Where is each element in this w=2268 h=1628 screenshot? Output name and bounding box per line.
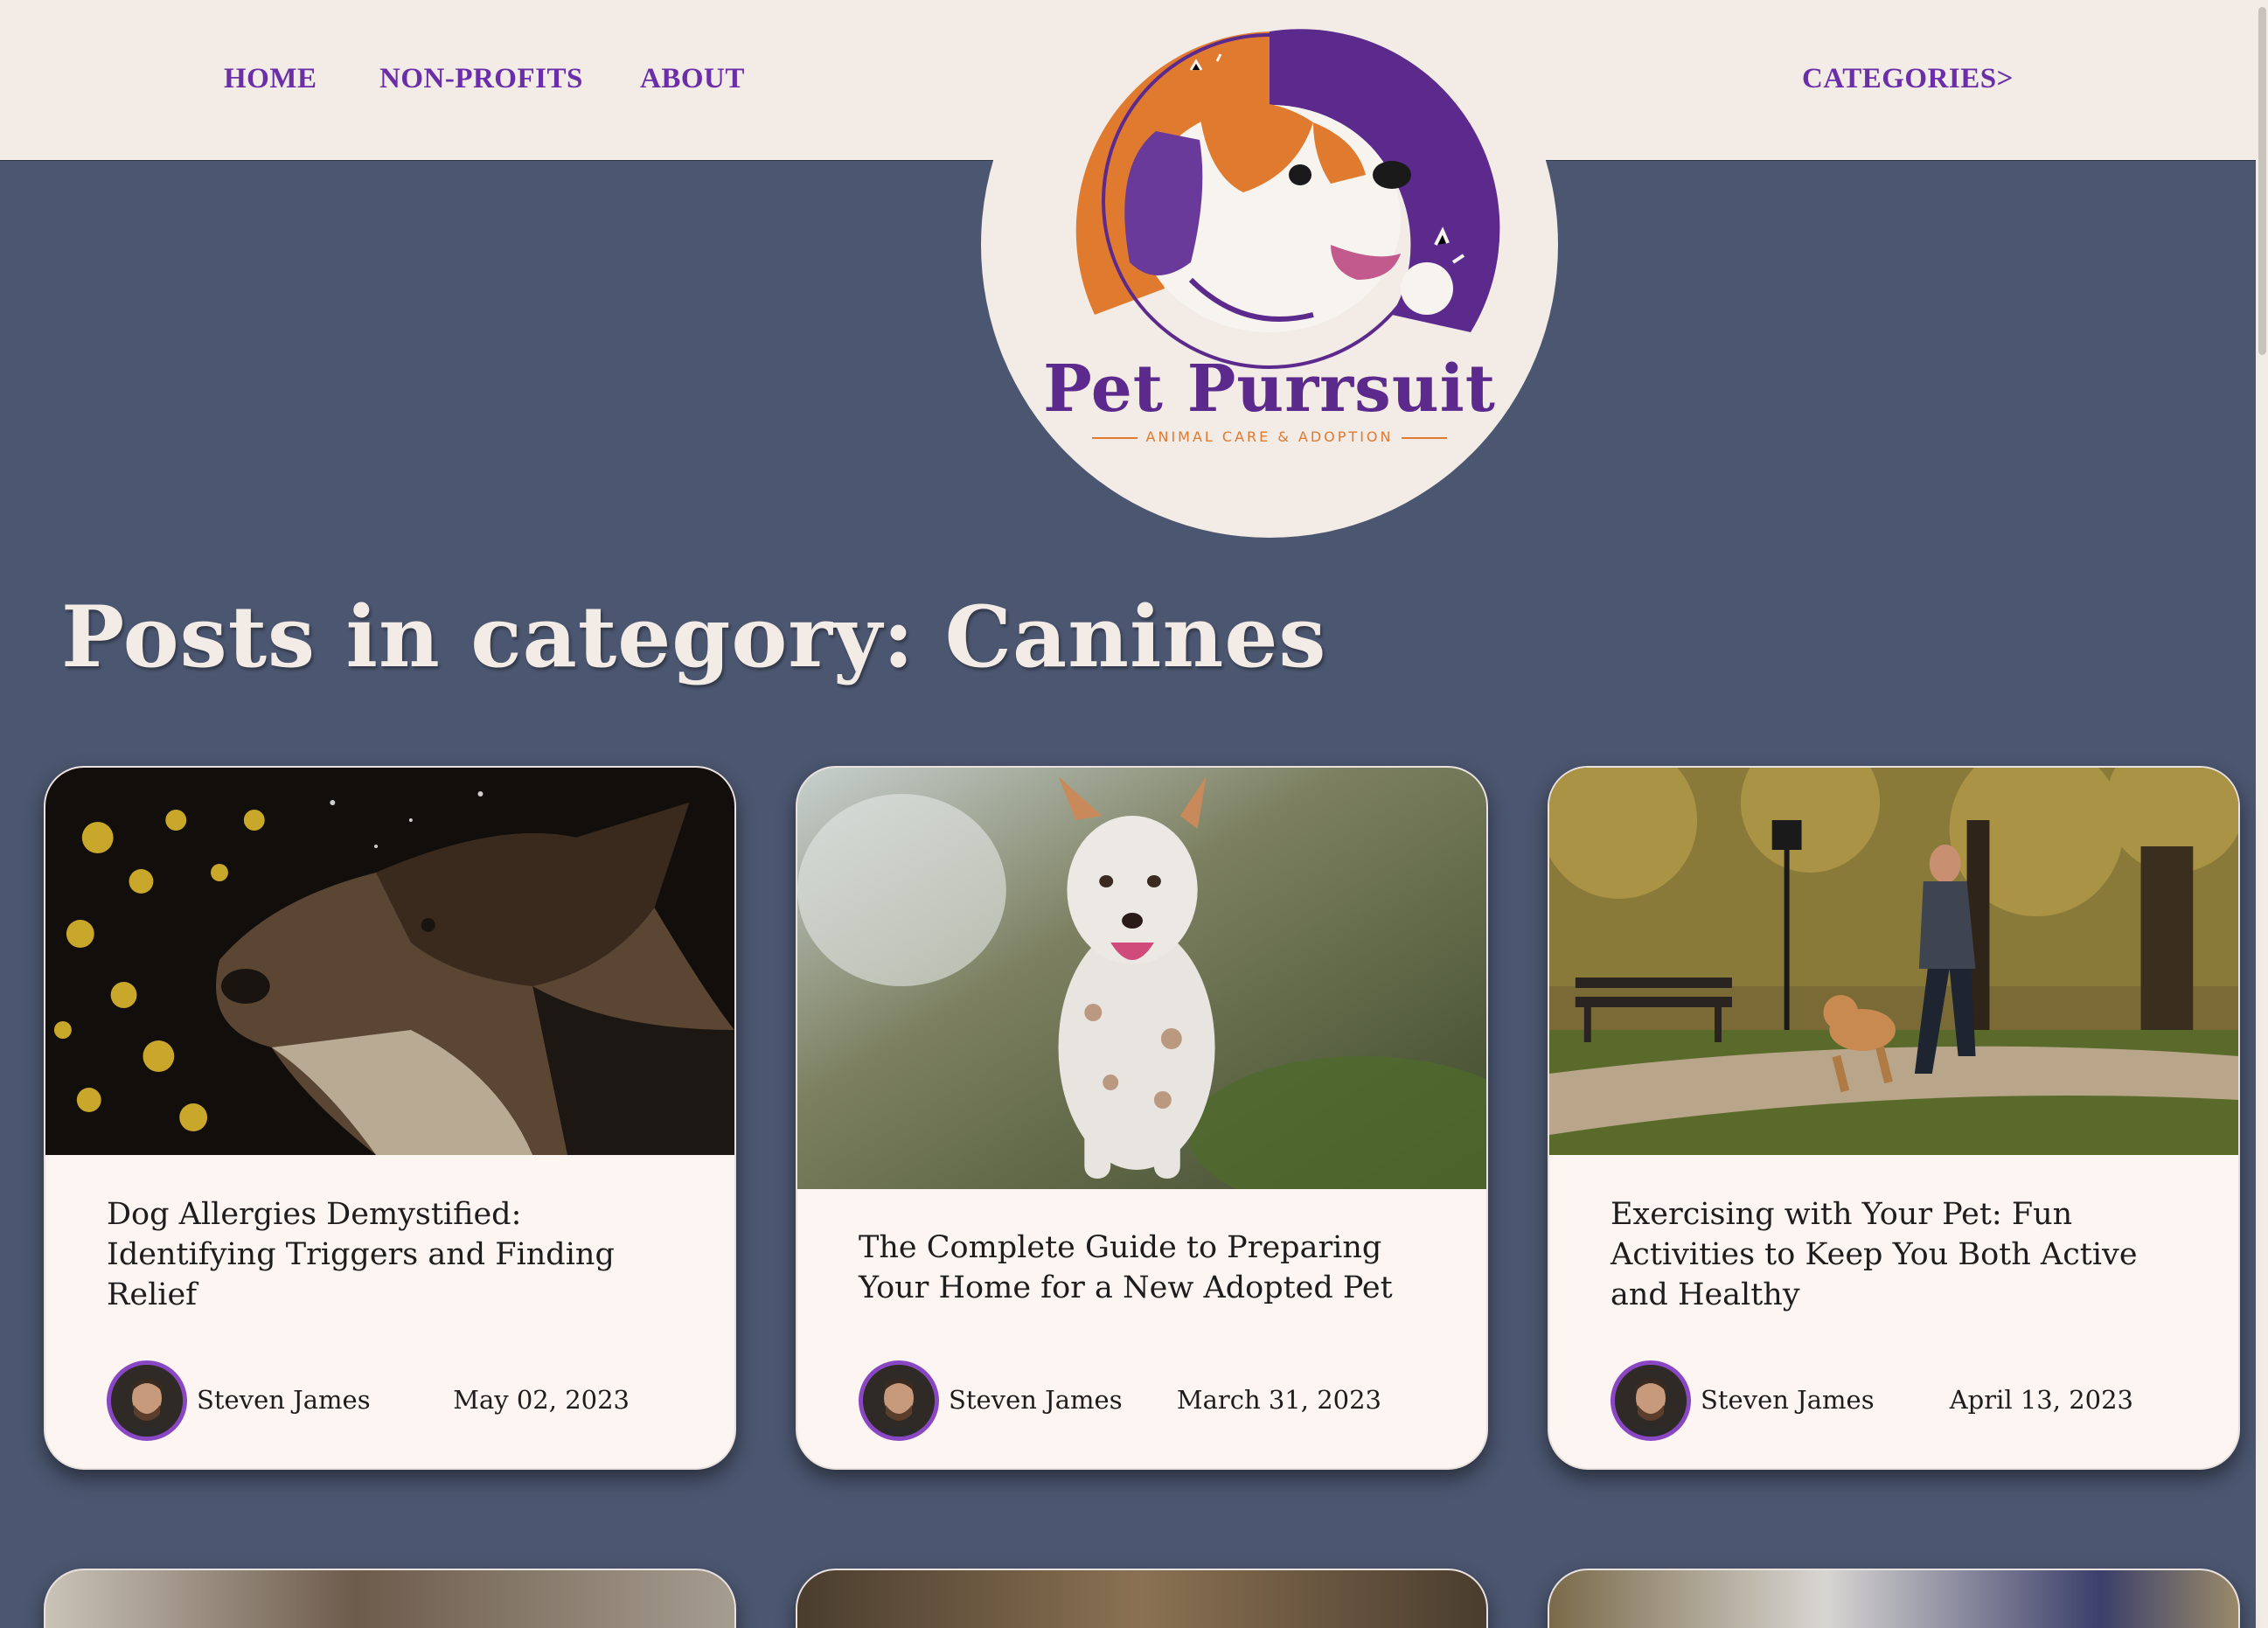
post-image[interactable] [45,768,734,1155]
nav-home-link[interactable]: HOME [224,63,317,95]
post-image[interactable] [797,768,1486,1189]
dog-logo-icon [1075,29,1500,369]
post-meta: Steven James May 02, 2023 [107,1360,691,1441]
post-card[interactable]: Dog Allergies Demystified: Identifying T… [44,766,736,1470]
post-date: May 02, 2023 [453,1385,630,1415]
logo-title: Pet Purrsuit [1043,351,1496,427]
author-name[interactable]: Steven James [197,1385,371,1415]
nav-about-link[interactable]: ABOUT [640,63,745,95]
author-avatar[interactable] [1611,1360,1691,1441]
nav-categories-link[interactable]: CATEGORIES> [1802,63,2014,95]
author-name[interactable]: Steven James [1701,1385,1875,1415]
nav-non-profits-link[interactable]: NON-PROFITS [379,63,583,95]
post-card[interactable]: Exercising with Your Pet: Fun Activities… [1548,766,2240,1470]
post-image[interactable] [1549,768,2238,1155]
post-card[interactable] [796,1569,1488,1628]
post-card[interactable]: The Complete Guide to Preparing Your Hom… [796,766,1488,1470]
post-title[interactable]: Dog Allergies Demystified: Identifying T… [107,1194,682,1315]
page-title: Posts in category: Canines [61,588,1327,686]
author-name[interactable]: Steven James [949,1385,1123,1415]
post-card[interactable] [1548,1569,2240,1628]
author-avatar[interactable] [107,1360,187,1441]
scrollbar-thumb[interactable] [2258,7,2266,355]
post-title[interactable]: The Complete Guide to Preparing Your Hom… [859,1228,1434,1308]
post-card[interactable] [44,1569,736,1628]
post-meta: Steven James March 31, 2023 [859,1360,1443,1441]
post-meta: Steven James April 13, 2023 [1611,1360,2195,1441]
post-date: April 13, 2023 [1949,1385,2133,1415]
author-avatar[interactable] [859,1360,939,1441]
logo-tagline: ANIMAL CARE & ADOPTION [981,428,1558,445]
post-date: March 31, 2023 [1176,1385,1381,1415]
post-title[interactable]: Exercising with Your Pet: Fun Activities… [1611,1194,2186,1315]
